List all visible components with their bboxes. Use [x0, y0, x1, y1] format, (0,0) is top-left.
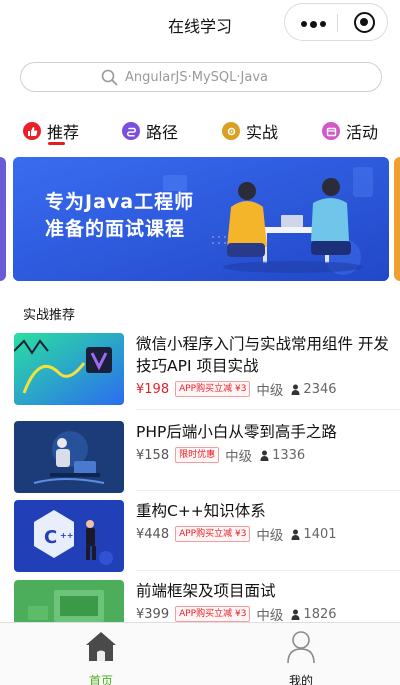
course-card[interactable]: 微信小程序入门与实战常用组件 开发技巧API 项目实战 ¥198 APP购买立减…	[0, 333, 400, 413]
mini-program-capsule	[284, 3, 388, 41]
next-banner-peek[interactable]	[394, 157, 400, 281]
student-count-value: 1336	[272, 447, 306, 463]
person-icon	[291, 609, 300, 620]
student-count-value: 1826	[303, 606, 337, 622]
student-count: 2346	[291, 381, 337, 397]
tab-label: 实战	[246, 123, 279, 142]
thumbs-up-icon	[23, 122, 41, 140]
course-title: 前端框架及项目面试	[136, 582, 276, 600]
promo-badge: 限时优惠	[175, 447, 220, 463]
promo-badge: APP购买立减 ¥3	[175, 381, 251, 397]
tab-label: 路径	[146, 123, 179, 142]
capsule-divider	[337, 14, 338, 32]
tab-activity[interactable]: 活动	[322, 118, 378, 144]
bottom-tab-bar: 首页 我的	[0, 622, 400, 685]
search-input[interactable]	[125, 67, 345, 87]
prev-banner-peek[interactable]	[0, 157, 6, 281]
top-bar: 在线学习	[0, 0, 400, 48]
banner-line-1: 专为Java工程师	[45, 191, 195, 213]
search-bar[interactable]	[20, 62, 382, 92]
course-meta: ¥158 限时优惠 中级 1336	[136, 445, 305, 465]
student-count-value: 2346	[303, 381, 337, 397]
course-price: ¥198	[136, 381, 170, 397]
course-thumbnail	[14, 333, 124, 405]
promo-badge: APP购买立减 ¥3	[175, 526, 251, 542]
course-level: 中级	[225, 449, 253, 465]
more-dots-icon[interactable]	[301, 20, 326, 28]
home-icon	[86, 632, 116, 661]
course-price: ¥399	[136, 606, 170, 622]
tabbar-me[interactable]: 我的	[251, 629, 351, 685]
course-meta: ¥198 APP购买立减 ¥3 中级 2346	[136, 379, 337, 399]
course-title: 重构C++知识体系	[136, 502, 266, 520]
promo-badge: APP购买立减 ¥3	[175, 606, 251, 622]
target-close-icon[interactable]	[354, 12, 375, 33]
banner-text: 专为Java工程师 准备的面试课程	[45, 189, 194, 243]
course-title: 微信小程序入门与实战常用组件 开发技巧API 项目实战	[136, 335, 389, 375]
tab-recommend[interactable]: 推荐	[23, 118, 79, 144]
tabbar-label: 首页	[88, 674, 113, 685]
course-price: ¥158	[136, 447, 170, 463]
category-tabs: 推荐 路径 实战 活动	[0, 112, 400, 152]
list-divider	[136, 490, 400, 491]
tab-practice[interactable]: 实战	[222, 118, 278, 144]
course-meta: ¥448 APP购买立减 ¥3 中级 1401	[136, 524, 337, 544]
course-card[interactable]: PHP后端小白从零到高手之路 ¥158 限时优惠 中级 1336	[0, 421, 400, 501]
promo-banner[interactable]: 专为Java工程师 准备的面试课程	[13, 157, 389, 281]
list-divider	[136, 409, 400, 410]
course-level: 中级	[256, 608, 284, 624]
svg-text:++: ++	[60, 531, 73, 540]
user-icon	[287, 631, 315, 664]
course-card[interactable]: C ++ 重构C++知识体系 ¥448 APP购买立减 ¥3 中级 1401	[0, 500, 400, 580]
tab-label: 活动	[346, 123, 379, 142]
person-icon	[291, 384, 300, 395]
course-meta: ¥399 APP购买立减 ¥3 中级 1826	[136, 604, 337, 624]
student-count: 1401	[291, 526, 337, 542]
section-title: 实战推荐	[23, 308, 76, 323]
banner-line-2: 准备的面试课程	[45, 218, 186, 240]
student-count-value: 1401	[303, 526, 337, 542]
list-divider	[136, 570, 400, 571]
active-tab-indicator	[48, 142, 65, 145]
tabbar-home[interactable]: 首页	[51, 629, 151, 685]
tab-label: 推荐	[47, 123, 80, 142]
course-thumbnail	[14, 421, 124, 493]
student-count: 1336	[260, 448, 305, 463]
search-icon	[101, 69, 118, 86]
shield-icon	[222, 122, 240, 140]
person-icon	[260, 450, 269, 461]
person-icon	[291, 529, 300, 540]
tab-path[interactable]: 路径	[122, 118, 178, 144]
svg-text:C: C	[44, 527, 57, 548]
course-price: ¥448	[136, 526, 170, 542]
course-level: 中级	[256, 383, 284, 399]
tabbar-label: 我的	[288, 674, 313, 685]
course-level: 中级	[256, 528, 284, 544]
calendar-icon	[322, 122, 340, 140]
course-thumbnail: C ++	[14, 500, 124, 572]
path-icon	[122, 122, 140, 140]
course-title: PHP后端小白从零到高手之路	[136, 423, 337, 441]
student-count: 1826	[291, 606, 337, 622]
